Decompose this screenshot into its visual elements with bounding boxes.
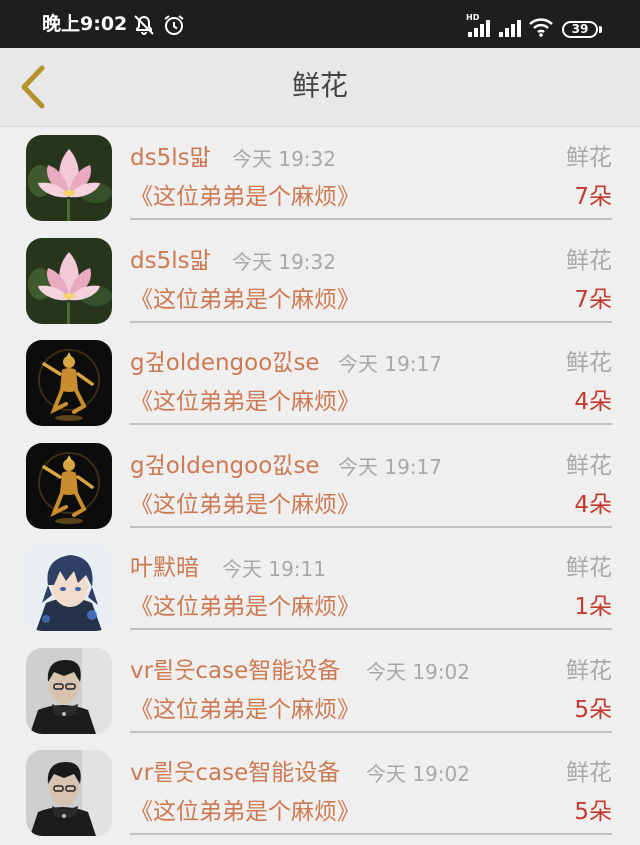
signal-hd-icon: HD: [466, 12, 492, 42]
gift-time: 今天 19:02: [366, 762, 470, 786]
book-title[interactable]: 《这位弟弟是个麻烦》: [130, 592, 360, 622]
gift-type: 鲜花: [566, 657, 612, 684]
avatar-lotus[interactable]: [26, 237, 112, 324]
avatar-portrait[interactable]: [26, 750, 112, 836]
avatar-deity[interactable]: [26, 442, 112, 529]
divider: [130, 423, 612, 425]
list-item[interactable]: ds5ls맓 今天 19:32 鲜花 《这位弟弟是个麻烦》 7朵: [0, 230, 640, 333]
gift-type: 鲜花: [566, 555, 612, 581]
gift-record-list: ds5ls맓 今天 19:32 鲜花 《这位弟弟是个麻烦》 7朵 ds5ls맓 …: [0, 127, 640, 845]
gift-time: 今天 19:17: [338, 352, 442, 376]
gift-type: 鲜花: [566, 350, 612, 376]
avatar-deity[interactable]: [26, 340, 112, 426]
divider: [130, 628, 612, 630]
book-title[interactable]: 《这位弟弟是个麻烦》: [130, 182, 360, 212]
gift-type: 鲜花: [566, 145, 612, 171]
sender-name[interactable]: vr릩웃case智能设备: [130, 656, 340, 686]
avatar-lotus[interactable]: [26, 135, 112, 221]
gift-count: 7朵: [574, 184, 612, 210]
book-title[interactable]: 《这位弟弟是个麻烦》: [130, 490, 360, 520]
mute-icon: [132, 14, 156, 40]
battery-icon: 39: [562, 21, 598, 38]
avatar-anime[interactable]: [26, 545, 112, 631]
list-item[interactable]: vr릩웃case智能设备 今天 19:02 鲜花 《这位弟弟是个麻烦》 5朵: [0, 742, 640, 845]
list-item[interactable]: vr릩웃case智能设备 今天 19:02 鲜花 《这位弟弟是个麻烦》 5朵: [0, 640, 640, 743]
sender-name[interactable]: 叶默暗: [130, 553, 199, 583]
gift-count: 7朵: [574, 286, 612, 313]
gift-count: 4朵: [574, 491, 612, 518]
gift-time: 今天 19:17: [338, 454, 442, 479]
divider: [130, 525, 612, 528]
divider: [130, 320, 612, 323]
gift-count: 1朵: [574, 594, 612, 620]
sender-name[interactable]: vr릩웃case智能设备: [130, 758, 340, 788]
gift-time: 今天 19:02: [366, 659, 470, 684]
sender-name[interactable]: g겊oldengoo낎se: [130, 451, 320, 481]
wifi-icon: [528, 16, 554, 42]
divider: [130, 833, 612, 835]
gift-count: 4朵: [574, 389, 612, 415]
status-bar: 晚上9:02 HD 39: [0, 0, 640, 48]
gift-time: 今天 19:11: [222, 557, 326, 581]
gift-time: 今天 19:32: [232, 249, 336, 274]
status-time: 晚上9:02: [42, 13, 128, 35]
gift-time: 今天 19:32: [232, 147, 336, 171]
book-title[interactable]: 《这位弟弟是个麻烦》: [130, 695, 360, 725]
avatar-portrait[interactable]: [26, 647, 112, 734]
list-item[interactable]: g겊oldengoo낎se 今天 19:17 鲜花 《这位弟弟是个麻烦》 4朵: [0, 332, 640, 435]
divider: [130, 730, 612, 733]
gift-type: 鲜花: [566, 247, 612, 274]
svg-text:HD: HD: [466, 13, 480, 22]
list-item[interactable]: 叶默暗 今天 19:11 鲜花 《这位弟弟是个麻烦》 1朵: [0, 537, 640, 640]
signal-icon: [498, 16, 522, 42]
gift-type: 鲜花: [566, 760, 612, 786]
alarm-icon: [162, 14, 186, 40]
book-title[interactable]: 《这位弟弟是个麻烦》: [130, 797, 360, 827]
sender-name[interactable]: g겊oldengoo낎se: [130, 348, 320, 378]
divider: [130, 218, 612, 220]
book-title[interactable]: 《这位弟弟是个麻烦》: [130, 285, 360, 315]
sender-name[interactable]: ds5ls맓: [130, 246, 211, 276]
header-bar: 鲜花: [0, 48, 640, 127]
list-item[interactable]: g겊oldengoo낎se 今天 19:17 鲜花 《这位弟弟是个麻烦》 4朵: [0, 435, 640, 538]
gift-count: 5朵: [574, 799, 612, 825]
list-item[interactable]: ds5ls맓 今天 19:32 鲜花 《这位弟弟是个麻烦》 7朵: [0, 127, 640, 230]
battery-cap: [599, 26, 602, 33]
gift-count: 5朵: [574, 696, 612, 723]
page-title: 鲜花: [291, 69, 348, 102]
book-title[interactable]: 《这位弟弟是个麻烦》: [130, 387, 360, 417]
sender-name[interactable]: ds5ls맓: [130, 143, 211, 173]
gift-type: 鲜花: [566, 452, 612, 479]
